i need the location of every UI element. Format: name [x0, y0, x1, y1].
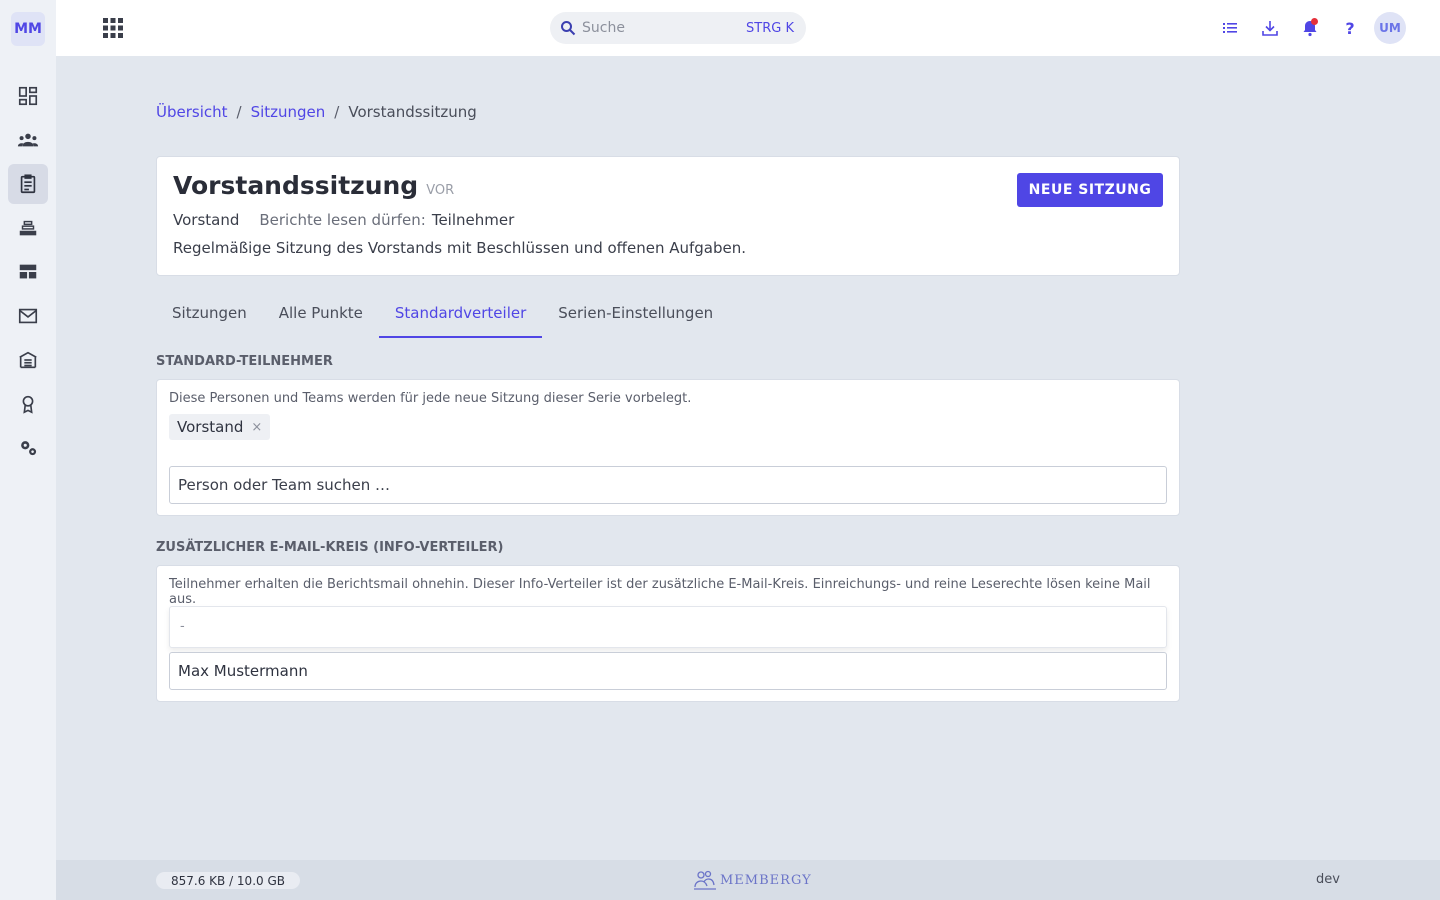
- standard-participants-note: Diese Personen und Teams werden für jede…: [169, 391, 692, 406]
- table-layout-icon: [19, 264, 37, 279]
- download-icon: [1262, 21, 1278, 36]
- clipboard-icon: [20, 174, 36, 194]
- environment-label: dev: [1316, 872, 1340, 887]
- dashboard-icon: [18, 86, 38, 106]
- sidebar-item-settings[interactable]: [8, 428, 48, 468]
- warehouse-icon: [19, 351, 37, 369]
- series-abbreviation: VOR: [426, 183, 455, 198]
- autocomplete-dropdown: -: [169, 606, 1167, 648]
- sidebar: MM: [0, 0, 56, 900]
- sidebar-item-layout[interactable]: [8, 252, 48, 292]
- chip-remove-icon[interactable]: ×: [251, 420, 262, 435]
- search-icon: [561, 21, 576, 36]
- breadcrumb-meetings[interactable]: Sitzungen: [251, 103, 326, 121]
- chip-label: Vorstand: [177, 418, 244, 436]
- standard-participants-card: Diese Personen und Teams werden für jede…: [156, 379, 1180, 516]
- storage-usage: 857.6 KB / 10.0 GB: [156, 872, 300, 889]
- tab-bar: Sitzungen Alle Punkte Standardverteiler …: [156, 292, 729, 338]
- info-distribution-input[interactable]: [169, 652, 1167, 690]
- download-button[interactable]: [1250, 12, 1290, 44]
- sidebar-item-members[interactable]: [8, 120, 48, 160]
- title-row: Vorstandssitzung VOR: [173, 171, 454, 200]
- award-icon: [22, 395, 34, 414]
- series-description: Regelmäßige Sitzung des Vorstands mit Be…: [173, 239, 747, 257]
- notifications-button[interactable]: [1290, 12, 1330, 44]
- participant-search-input[interactable]: [169, 466, 1167, 504]
- search-input[interactable]: [582, 20, 732, 36]
- mail-icon: [18, 308, 38, 324]
- breadcrumb: Übersicht / Sitzungen / Vorstandssitzung: [156, 103, 477, 121]
- help-button[interactable]: ?: [1330, 12, 1370, 44]
- app-logo[interactable]: MM: [11, 12, 45, 46]
- page-title: Vorstandssitzung: [173, 171, 419, 200]
- info-distribution-note: Teilnehmer erhalten die Berichtsmail ohn…: [169, 577, 1151, 607]
- apps-grid-icon[interactable]: [102, 17, 124, 39]
- tab-default-distribution[interactable]: Standardverteiler: [378, 292, 543, 338]
- brand-name: MEMBERGY: [720, 872, 812, 888]
- global-search[interactable]: STRG K: [550, 12, 806, 44]
- sidebar-item-awards[interactable]: [8, 384, 48, 424]
- task-list-button[interactable]: [1210, 12, 1250, 44]
- breadcrumb-current: Vorstandssitzung: [348, 103, 477, 121]
- members-icon: [17, 133, 39, 147]
- sidebar-nav: [8, 76, 48, 472]
- inbox-tray-icon: [19, 220, 37, 236]
- read-reports-label: Berichte lesen dürfen:: [259, 211, 426, 229]
- settings-icon: [21, 441, 37, 456]
- info-distribution-card: Teilnehmer erhalten die Berichtsmail ohn…: [156, 565, 1180, 702]
- standard-participants-heading: STANDARD-TEILNEHMER: [156, 354, 333, 369]
- sidebar-item-mail[interactable]: [8, 296, 48, 336]
- tab-series-settings[interactable]: Serien-Einstellungen: [542, 292, 729, 338]
- series-header-card: Vorstandssitzung VOR Vorstand Berichte l…: [156, 156, 1180, 276]
- list-icon: [1223, 23, 1237, 33]
- dropdown-option[interactable]: -: [180, 619, 185, 634]
- user-avatar[interactable]: UM: [1374, 12, 1406, 44]
- notification-badge: [1311, 18, 1318, 25]
- read-reports-value: Teilnehmer: [431, 211, 515, 229]
- breadcrumb-separator: /: [236, 103, 242, 121]
- series-meta: Vorstand Berichte lesen dürfen: Teilnehm…: [173, 211, 514, 229]
- series-group: Vorstand: [173, 211, 240, 229]
- brand-logo: MEMBERGY: [692, 869, 812, 891]
- sidebar-item-warehouse[interactable]: [8, 340, 48, 380]
- search-shortcut: STRG K: [746, 20, 794, 36]
- sidebar-item-dashboard[interactable]: [8, 76, 48, 116]
- membergy-logo-icon: [694, 870, 716, 890]
- top-header: STRG K ? UM: [56, 0, 1440, 56]
- breadcrumb-separator: /: [334, 103, 340, 121]
- breadcrumb-overview[interactable]: Übersicht: [156, 103, 228, 121]
- footer: 857.6 KB / 10.0 GB MEMBERGY dev: [56, 860, 1440, 900]
- header-actions: ? UM: [1210, 12, 1406, 44]
- sidebar-item-meetings[interactable]: [8, 164, 48, 204]
- new-meeting-button[interactable]: NEUE SITZUNG: [1017, 173, 1163, 207]
- tab-all-items[interactable]: Alle Punkte: [263, 292, 379, 338]
- sidebar-item-inbox[interactable]: [8, 208, 48, 248]
- info-distribution-heading: ZUSÄTZLICHER E-MAIL-KREIS (INFO-VERTEILE…: [156, 540, 504, 555]
- tab-meetings[interactable]: Sitzungen: [156, 292, 263, 338]
- participant-chip: Vorstand ×: [169, 414, 271, 440]
